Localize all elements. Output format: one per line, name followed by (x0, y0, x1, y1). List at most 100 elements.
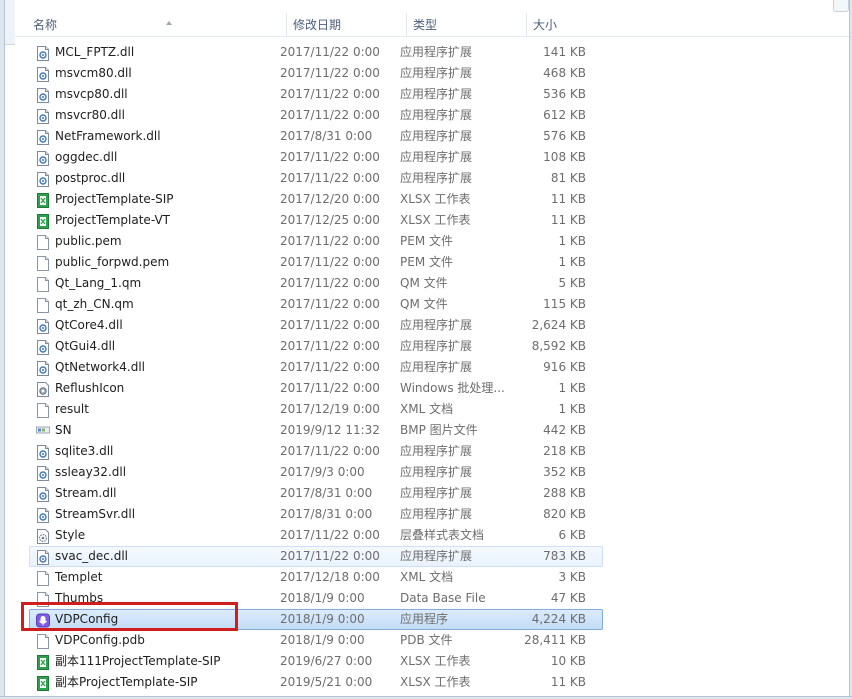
column-header-type[interactable]: 类型 (407, 13, 527, 37)
file-row-reflushicon[interactable]: ReflushIcon 2017/11/22 0:00 Windows 批处理...… (29, 378, 603, 399)
file-size: 8,592 KB (531, 339, 586, 353)
file-date: 2018/1/9 0:00 (280, 612, 365, 626)
column-header-size[interactable]: 大小 (527, 13, 611, 37)
file-type: Windows 批处理... (400, 381, 505, 395)
file-size: 11 KB (550, 213, 586, 227)
file-size: 1 KB (558, 234, 586, 248)
file-size: 288 KB (543, 486, 586, 500)
file-row-qtnetwork4-dll[interactable]: QtNetwork4.dll 2017/11/22 0:00 应用程序扩展 916 K… (29, 357, 603, 378)
file-size: 916 KB (543, 360, 586, 374)
file-row-templet[interactable]: Templet 2017/12/18 0:00 XML 文档 3 KB (29, 567, 603, 588)
file-type: BMP 图片文件 (400, 423, 478, 437)
file-type: 应用程序扩展 (400, 129, 473, 143)
file-row-style[interactable]: Style 2017/11/22 0:00 层叠样式表文档 6 KB (29, 525, 603, 546)
file-date: 2019/5/21 0:00 (280, 675, 373, 689)
file-name: Thumbs (55, 591, 104, 605)
file-row-vdpconfig[interactable]: VDPConfig 2018/1/9 0:00 应用程序 4,224 KB (29, 609, 603, 630)
file-row-public-forpwd-pem[interactable]: public_forpwd.pem 2017/11/22 0:00 PEM 文件 1 … (29, 252, 603, 273)
file-row-mcl-fptz-dll[interactable]: MCL_FPTZ.dll 2017/11/22 0:00 应用程序扩展 141 KB (29, 42, 603, 63)
dll-icon (36, 466, 50, 481)
file-date: 2017/12/20 0:00 (280, 192, 380, 206)
file-row-sqlite3-dll[interactable]: sqlite3.dll 2017/11/22 0:00 应用程序扩展 218 KB (29, 441, 603, 462)
file-type: 应用程序 (400, 612, 449, 626)
file-row-msvcp80-dll[interactable]: msvcp80.dll 2017/11/22 0:00 应用程序扩展 536 KB (29, 84, 603, 105)
file-date: 2017/11/22 0:00 (280, 276, 380, 290)
file-size: 47 KB (550, 591, 586, 605)
file-date: 2017/8/31 0:00 (280, 486, 373, 500)
file-type: 应用程序扩展 (400, 444, 473, 458)
file-name: ssleay32.dll (55, 465, 127, 479)
file-date: 2017/11/22 0:00 (280, 255, 380, 269)
file-type: 应用程序扩展 (400, 66, 473, 80)
column-header-type-label: 类型 (413, 18, 438, 32)
file-type: 应用程序扩展 (400, 339, 473, 353)
column-header-size-label: 大小 (533, 18, 558, 32)
top-strip (5, 0, 849, 13)
file-type: QM 文件 (400, 297, 448, 311)
file-size: 576 KB (543, 129, 586, 143)
file-size: 108 KB (543, 150, 586, 164)
xlsx-icon (36, 214, 50, 229)
file-name: msvcr80.dll (55, 108, 125, 122)
file-row-svac-dec-dll[interactable]: svac_dec.dll 2017/11/22 0:00 应用程序扩展 783 KB (29, 546, 603, 567)
file-row-netframework-dll[interactable]: NetFramework.dll 2017/8/31 0:00 应用程序扩展 576 … (29, 126, 603, 147)
file-name: msvcm80.dll (55, 66, 132, 80)
dll-icon (36, 88, 50, 103)
xlsx-icon (36, 193, 50, 208)
file-name: Qt_Lang_1.qm (55, 276, 142, 290)
file-row-projecttemplate-sip-30[interactable]: 副本ProjectTemplate-SIP 2019/5/21 0:00 XLSX … (29, 672, 603, 693)
file-date: 2017/11/22 0:00 (280, 45, 380, 59)
file-row-postproc-dll[interactable]: postproc.dll 2017/11/22 0:00 应用程序扩展 81 KB (29, 168, 603, 189)
file-row-oggdec-dll[interactable]: oggdec.dll 2017/11/22 0:00 应用程序扩展 108 KB (29, 147, 603, 168)
file-size: 81 KB (550, 171, 586, 185)
file-row-msvcm80-dll[interactable]: msvcm80.dll 2017/11/22 0:00 应用程序扩展 468 KB (29, 63, 603, 84)
dll-icon (36, 46, 50, 61)
file-size: 536 KB (543, 87, 586, 101)
file-row-msvcr80-dll[interactable]: msvcr80.dll 2017/11/22 0:00 应用程序扩展 612 KB (29, 105, 603, 126)
file-size: 141 KB (543, 45, 586, 59)
file-date: 2017/12/19 0:00 (280, 402, 380, 416)
file-size: 115 KB (543, 297, 586, 311)
dll-icon (36, 130, 50, 145)
dll-icon (36, 550, 50, 565)
file-type: 应用程序扩展 (400, 507, 473, 521)
dll-icon (36, 319, 50, 334)
file-row-qt-zh-cn-qm[interactable]: qt_zh_CN.qm 2017/11/22 0:00 QM 文件 115 KB (29, 294, 603, 315)
file-date: 2017/11/22 0:00 (280, 171, 380, 185)
file-date: 2018/1/9 0:00 (280, 591, 365, 605)
file-type: PEM 文件 (400, 234, 453, 248)
file-row-qtgui4-dll[interactable]: QtGui4.dll 2017/11/22 0:00 应用程序扩展 8,592 KB (29, 336, 603, 357)
file-date: 2017/11/22 0:00 (280, 549, 380, 563)
file-date: 2017/9/3 0:00 (280, 465, 365, 479)
file-row-thumbs[interactable]: Thumbs 2018/1/9 0:00 Data Base File 47 KB (29, 588, 603, 609)
file-row-result[interactable]: result 2017/12/19 0:00 XML 文档 1 KB (29, 399, 603, 420)
file-type: 应用程序扩展 (400, 150, 473, 164)
file-row-projecttemplate-sip[interactable]: ProjectTemplate-SIP 2017/12/20 0:00 XLSX 工… (29, 189, 603, 210)
file-date: 2019/9/12 11:32 (280, 423, 380, 437)
file-row-qt-lang-1-qm[interactable]: Qt_Lang_1.qm 2017/11/22 0:00 QM 文件 5 KB (29, 273, 603, 294)
file-row-ssleay32-dll[interactable]: ssleay32.dll 2017/9/3 0:00 应用程序扩展 352 KB (29, 462, 603, 483)
file-date: 2017/11/22 0:00 (280, 234, 380, 248)
file-size: 10 KB (550, 654, 586, 668)
file-size: 468 KB (543, 66, 586, 80)
file-row-vdpconfig-pdb[interactable]: VDPConfig.pdb 2018/1/9 0:00 PDB 文件 28,411 K… (29, 630, 603, 651)
window-corner-button[interactable] (833, 0, 849, 12)
file-type: XML 文档 (400, 570, 454, 584)
file-row-stream-dll[interactable]: Stream.dll 2017/8/31 0:00 应用程序扩展 288 KB (29, 483, 603, 504)
column-header-name[interactable]: 名称 (15, 13, 287, 37)
file-row-streamsvr-dll[interactable]: StreamSvr.dll 2017/8/31 0:00 应用程序扩展 820 KB (29, 504, 603, 525)
file-row-qtcore4-dll[interactable]: QtCore4.dll 2017/11/22 0:00 应用程序扩展 2,624 KB (29, 315, 603, 336)
file-name: svac_dec.dll (55, 549, 129, 563)
file-date: 2017/11/22 0:00 (280, 318, 380, 332)
file-name: MCL_FPTZ.dll (55, 45, 135, 59)
file-row-projecttemplate-vt[interactable]: ProjectTemplate-VT 2017/12/25 0:00 XLSX 工作… (29, 210, 603, 231)
column-header-date[interactable]: 修改日期 (287, 13, 407, 37)
file-size: 11 KB (550, 675, 586, 689)
file-row-public-pem[interactable]: public.pem 2017/11/22 0:00 PEM 文件 1 KB (29, 231, 603, 252)
file-type: XLSX 工作表 (400, 192, 471, 206)
file-name: QtGui4.dll (55, 339, 116, 353)
file-name: VDPConfig (55, 612, 119, 626)
file-date: 2018/1/9 0:00 (280, 633, 365, 647)
file-row-111projecttemplate-sip-29[interactable]: 副本111ProjectTemplate-SIP 2019/6/27 0:00 XL… (29, 651, 603, 672)
file-row-sn[interactable]: SN 2019/9/12 11:32 BMP 图片文件 442 KB (29, 420, 603, 441)
